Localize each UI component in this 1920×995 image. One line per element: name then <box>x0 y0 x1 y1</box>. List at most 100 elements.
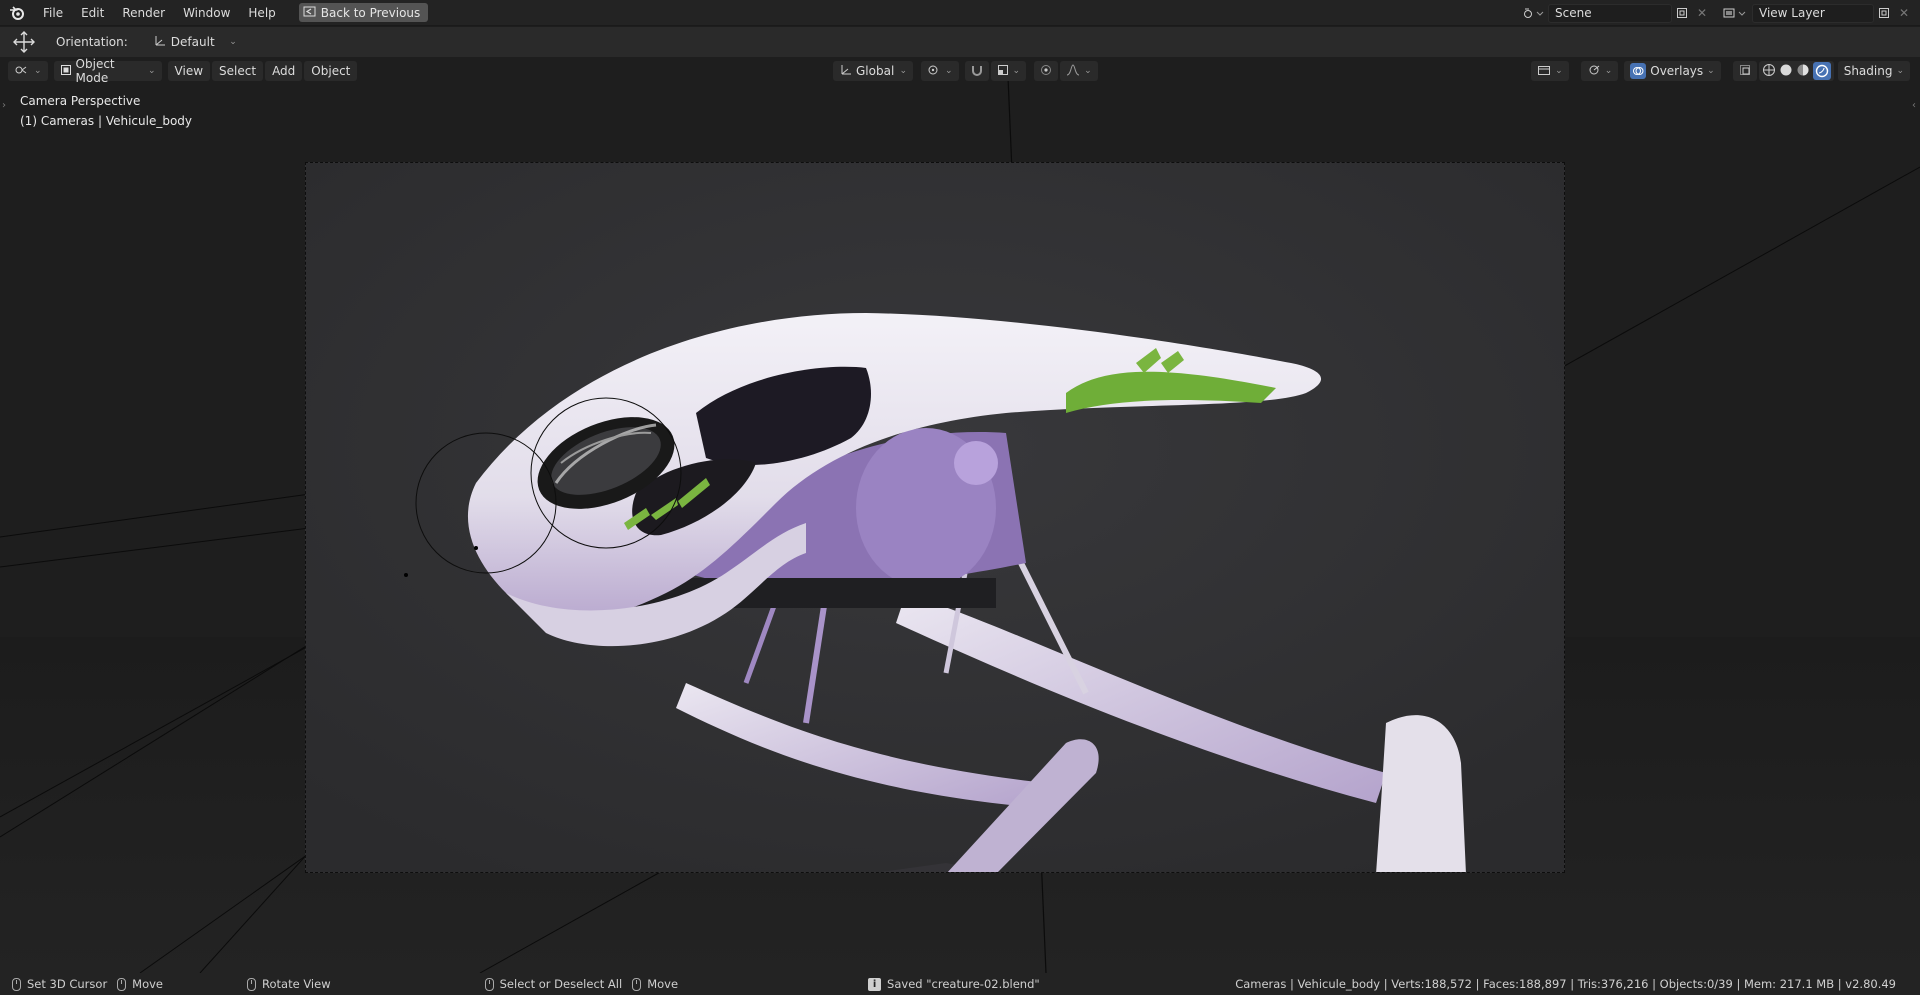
delete-view-layer-icon[interactable]: ✕ <box>1894 4 1914 23</box>
status-select-label: Select or Deselect All <box>499 977 623 991</box>
overlays-label: Overlays <box>1650 64 1704 78</box>
status-move: Move <box>117 977 163 991</box>
status-select: Select or Deselect All <box>484 977 623 991</box>
move-tool-icon[interactable] <box>10 31 38 53</box>
info-icon: i <box>868 977 882 991</box>
scene-name-field[interactable]: Scene <box>1548 3 1672 23</box>
overlays-icon <box>1630 63 1647 79</box>
pivot-point-button[interactable]: ⌄ <box>921 61 959 81</box>
status-move2-label: Move <box>647 977 679 991</box>
gizmo-toggle-button[interactable]: ⌄ <box>1580 61 1619 81</box>
snap-target-icon <box>997 64 1009 79</box>
orientation-label: Orientation: <box>56 35 128 49</box>
chevron-down-icon: ⌄ <box>148 66 156 76</box>
transform-orientation-label: Global <box>856 64 895 78</box>
vehicle-render <box>306 163 1564 872</box>
chevron-down-icon: ⌄ <box>1555 66 1563 76</box>
status-set-cursor: Set 3D Cursor <box>12 977 107 991</box>
transform-axis-icon <box>839 63 852 79</box>
object-mode-dropdown[interactable]: Object Mode ⌄ <box>53 57 162 85</box>
chevron-down-icon: ⌄ <box>34 66 42 76</box>
object-visibility-button[interactable]: ⌄ <box>1531 61 1569 81</box>
back-to-previous-button[interactable]: Back to Previous <box>298 3 429 22</box>
menu-edit[interactable]: Edit <box>72 0 113 26</box>
solid-shading-icon[interactable] <box>1779 63 1793 80</box>
chevron-down-icon: ⌄ <box>899 66 907 76</box>
overlays-dropdown[interactable]: Overlays ⌄ <box>1624 61 1721 81</box>
falloff-curve-icon <box>1066 63 1080 79</box>
chevron-down-icon: ⌄ <box>1604 66 1613 76</box>
falloff-button[interactable]: ⌄ <box>1060 61 1098 81</box>
chevron-down-icon: ⌄ <box>1012 66 1021 76</box>
new-view-layer-icon[interactable] <box>1874 4 1894 23</box>
transform-orientation-dropdown[interactable]: Global ⌄ <box>833 61 913 81</box>
menu-object[interactable]: Object <box>304 61 358 81</box>
snap-target-button[interactable]: ⌄ <box>990 61 1027 81</box>
mouse-right-icon <box>484 977 494 991</box>
view-layer-name-field[interactable]: View Layer <box>1752 3 1874 23</box>
proportional-dot-icon <box>1040 64 1052 79</box>
pivot-icon <box>927 64 941 79</box>
chevron-down-icon: ⌄ <box>1896 66 1904 76</box>
active-object-label: (1) Cameras | Vehicule_body <box>20 114 193 128</box>
object-mode-icon <box>60 64 72 79</box>
mouse-right-icon <box>632 977 642 991</box>
scene-statistics: Cameras | Vehicule_body | Verts:188,572 … <box>1235 977 1896 991</box>
status-bar: Set 3D Cursor Move Rotate View Select or… <box>0 973 1920 995</box>
orientation-axis-icon <box>153 34 166 50</box>
viewport-header: ⌄ Object Mode ⌄ View Select Add Object G… <box>0 57 1920 85</box>
status-saved-label: Saved "creature-02.blend" <box>887 977 1040 991</box>
snap-toggle-button[interactable] <box>964 61 989 81</box>
xray-icon <box>1739 64 1751 79</box>
mouse-middle-icon <box>247 977 257 991</box>
proportional-editing-button[interactable] <box>1034 61 1059 81</box>
material-shading-icon[interactable] <box>1796 63 1810 80</box>
sidebar-expand-arrow-icon[interactable]: ‹ <box>1912 100 1916 111</box>
status-saved-message: i Saved "creature-02.blend" <box>868 977 1040 991</box>
orientation-dropdown[interactable]: Default ⌄ <box>145 32 244 52</box>
editor-type-icon <box>14 64 30 79</box>
delete-scene-icon[interactable]: ✕ <box>1692 4 1712 23</box>
new-scene-icon[interactable] <box>1672 4 1692 23</box>
chevron-down-icon: ⌄ <box>229 37 237 47</box>
mouse-left-icon <box>12 977 21 991</box>
rendered-shading-icon[interactable] <box>1812 62 1831 80</box>
menu-render[interactable]: Render <box>113 0 174 26</box>
camera-frame <box>305 162 1565 873</box>
status-rotate-view: Rotate View <box>247 977 331 991</box>
mouse-middle-icon <box>117 977 127 991</box>
menu-help[interactable]: Help <box>239 0 284 26</box>
shading-dropdown[interactable]: Shading ⌄ <box>1837 61 1910 81</box>
menu-select[interactable]: Select <box>212 61 264 81</box>
menu-add[interactable]: Add <box>265 61 303 81</box>
toolbar-expand-arrow-icon[interactable]: › <box>2 100 6 111</box>
status-rotate-label: Rotate View <box>262 977 331 991</box>
view-name-label: Camera Perspective <box>20 94 141 108</box>
wireframe-shading-icon[interactable] <box>1762 63 1776 80</box>
back-icon <box>303 6 316 20</box>
editor-type-button[interactable]: ⌄ <box>8 61 48 81</box>
menu-window[interactable]: Window <box>174 0 239 26</box>
viewport-shading-group <box>1758 61 1834 81</box>
visibility-filter-icon <box>1537 64 1551 79</box>
object-mode-label: Object Mode <box>75 57 115 85</box>
menu-file[interactable]: File <box>34 0 72 26</box>
top-bar: File Edit Render Window Help Back to Pre… <box>0 0 1920 26</box>
scene-selector-icon[interactable] <box>1518 4 1548 23</box>
tool-settings-bar: Orientation: Default ⌄ <box>0 27 1920 57</box>
xray-toggle-button[interactable] <box>1732 61 1757 81</box>
gizmo-icon <box>1587 64 1601 79</box>
status-move-label: Move <box>132 977 164 991</box>
orientation-value: Default <box>170 35 215 49</box>
shading-label: Shading <box>1843 64 1893 78</box>
menu-view[interactable]: View <box>167 61 211 81</box>
back-to-previous-label: Back to Previous <box>320 5 421 20</box>
chevron-down-icon: ⌄ <box>1084 66 1092 76</box>
chevron-down-icon: ⌄ <box>945 66 953 76</box>
chevron-down-icon: ⌄ <box>1707 66 1715 76</box>
blender-logo-icon[interactable] <box>0 0 34 26</box>
status-move-2: Move <box>632 977 678 991</box>
magnet-icon <box>971 64 983 79</box>
status-set-cursor-label: Set 3D Cursor <box>27 977 108 991</box>
view-layer-selector-icon[interactable] <box>1718 4 1752 23</box>
